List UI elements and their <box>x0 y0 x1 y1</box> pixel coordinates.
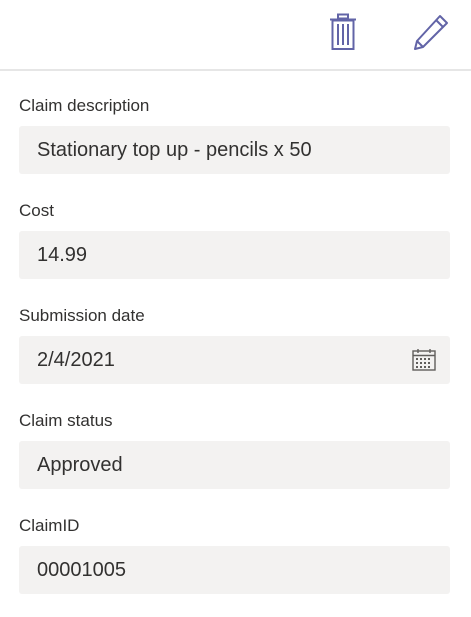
field-value: Approved <box>37 453 123 476</box>
field-label: ClaimID <box>19 516 80 535</box>
claim-description-input[interactable]: Stationary top up - pencils x 50 <box>19 126 450 174</box>
field-value: 00001005 <box>37 558 126 581</box>
calendar-button[interactable] <box>412 348 436 372</box>
field-value: 14.99 <box>37 243 88 266</box>
calendar-icon <box>412 349 436 371</box>
cost-field: Cost 14.99 <box>19 201 450 279</box>
field-value: 2/4/2021 <box>37 348 115 371</box>
field-label: Claim status <box>19 411 113 430</box>
pencil-icon <box>414 15 448 50</box>
claim-description-field: Claim description Stationary top up - pe… <box>19 96 450 174</box>
claim-status-field: Claim status Approved <box>19 411 450 489</box>
field-label: Cost <box>19 201 54 220</box>
field-label: Claim description <box>19 96 150 115</box>
field-value: Stationary top up - pencils x 50 <box>37 138 312 161</box>
edit-button[interactable] <box>411 12 451 52</box>
claim-id-input[interactable]: 00001005 <box>19 546 450 594</box>
cost-input[interactable]: 14.99 <box>19 231 450 279</box>
claim-id-field: ClaimID 00001005 <box>19 516 450 594</box>
submission-date-input[interactable]: 2/4/2021 <box>19 336 450 384</box>
toolbar <box>0 0 471 71</box>
submission-date-field: Submission date 2/4/2021 <box>19 306 450 384</box>
delete-button[interactable] <box>323 12 363 52</box>
trash-icon <box>330 13 356 50</box>
claim-status-input[interactable]: Approved <box>19 441 450 489</box>
field-label: Submission date <box>19 306 145 325</box>
